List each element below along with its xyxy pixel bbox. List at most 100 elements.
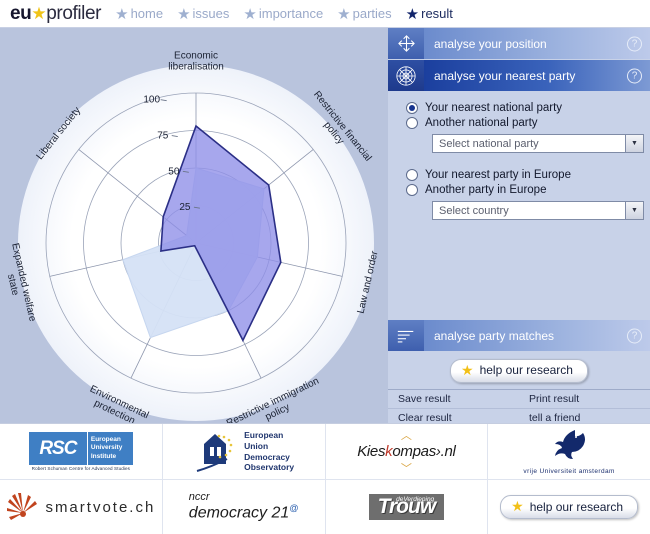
- vu-name: vrije Universiteit amsterdam: [523, 468, 615, 475]
- footer-row-2: smartvote.ch nccr democracy 21@ deVerdie…: [0, 479, 650, 534]
- footer-logo-vu-amsterdam[interactable]: vrije Universiteit amsterdam: [488, 424, 650, 479]
- option-label-your-nearest-national-party: Your nearest national party: [425, 102, 563, 114]
- logo-profiler-text: profiler: [46, 2, 102, 24]
- nav-item-issues[interactable]: ★ issues: [177, 5, 229, 23]
- logo-eu-text: eu: [10, 2, 32, 24]
- section-header-analyse-nearest-party[interactable]: analyse your nearest party ?: [388, 60, 650, 91]
- select-national-party[interactable]: Select national party ▼: [432, 134, 644, 153]
- nav-label-parties: parties: [352, 6, 392, 21]
- radio-your-nearest-party-europe[interactable]: [406, 169, 418, 181]
- svg-text:Economic: Economic: [174, 51, 218, 62]
- eui-line-1: European: [90, 436, 121, 444]
- option-label-your-nearest-party-europe: Your nearest party in Europe: [425, 169, 571, 181]
- radio-your-nearest-national-party[interactable]: [406, 102, 418, 114]
- help-our-research-button-panel[interactable]: ★ help our research: [450, 358, 588, 383]
- sponsor-footer: RSC European University Institute Robert…: [0, 423, 650, 534]
- star-icon: ★: [115, 5, 129, 23]
- nav-item-parties[interactable]: ★ parties: [337, 5, 391, 23]
- option-your-nearest-party-europe[interactable]: Your nearest party in Europe: [406, 169, 638, 181]
- link-save-result[interactable]: Save result: [388, 390, 519, 408]
- options-spacer: [406, 153, 638, 169]
- footer-logo-trouw[interactable]: deVerdieping Trouw: [326, 480, 489, 534]
- radar-chart: 255075100 EconomicliberalisationRestrict…: [5, 51, 381, 424]
- star-icon: ★: [337, 5, 351, 23]
- eudo-line-3: Democracy: [244, 451, 290, 462]
- smartvote-wordmark: smartvote.ch: [45, 498, 156, 516]
- nav-label-importance: importance: [258, 6, 324, 21]
- star-icon: ★: [177, 5, 191, 23]
- smartvote-burst-icon: [7, 493, 38, 520]
- chevron-down-icon[interactable]: ▼: [625, 135, 643, 152]
- help-our-research-button-footer[interactable]: ★ help our research: [500, 495, 639, 519]
- section-title-analyse-nearest-party-body[interactable]: analyse your nearest party ?: [424, 60, 650, 91]
- help-icon[interactable]: ?: [627, 68, 642, 83]
- help-our-research-label-panel: help our research: [479, 363, 573, 377]
- svg-text:liberalisation: liberalisation: [168, 62, 224, 73]
- section-title-analyse-nearest-party: analyse your nearest party: [434, 68, 576, 83]
- move-arrows-icon: [388, 28, 424, 59]
- footer-logo-kieskompas[interactable]: ︿ Kieskompas›.nl ﹀: [326, 424, 489, 479]
- nav-label-issues: issues: [192, 6, 230, 21]
- footer-row-1: RSC European University Institute Robert…: [0, 424, 650, 479]
- link-print-result[interactable]: Print result: [519, 390, 650, 408]
- chart-axis-label: Economicliberalisation: [168, 51, 224, 73]
- caret-up-icon: ︿: [400, 430, 412, 442]
- footer-help-research-cell: ★ help our research: [488, 480, 650, 534]
- nccr-line-2: democracy 21@: [189, 503, 299, 523]
- nav-item-result[interactable]: ★ result: [406, 5, 453, 23]
- nav-item-home[interactable]: ★ home: [115, 5, 163, 23]
- footer-logo-smartvote[interactable]: smartvote.ch: [0, 480, 163, 534]
- chart-tick-label: 50: [168, 166, 180, 177]
- section-header-analyse-party-matches[interactable]: analyse party matches ?: [388, 320, 650, 351]
- list-lines-icon: [388, 320, 424, 351]
- kieskompas-wordmark: Kieskompas›.nl: [357, 443, 456, 460]
- footer-logo-rsc[interactable]: RSC European University Institute Robert…: [0, 424, 163, 479]
- footer-logo-nccr[interactable]: nccr democracy 21@: [163, 480, 326, 534]
- eui-text: European University Institute: [86, 432, 133, 465]
- nearest-party-options: Your nearest national party Another nati…: [388, 92, 650, 224]
- site-logo[interactable]: eu ★ profiler: [10, 2, 102, 25]
- vu-griffin-icon: [555, 430, 586, 459]
- section-title-analyse-position-body[interactable]: analyse your position ?: [424, 28, 650, 59]
- option-your-nearest-national-party[interactable]: Your nearest national party: [406, 102, 638, 114]
- eudo-line-1: European: [244, 430, 284, 441]
- footer-logo-eudo[interactable]: European Union Democracy Observatory: [163, 424, 326, 479]
- eudo-house-icon: [196, 433, 233, 472]
- nccr-superscript: @: [289, 503, 299, 514]
- radio-another-party-europe[interactable]: [406, 184, 418, 196]
- nccr-line-1: nccr: [188, 490, 210, 503]
- top-navigation: eu ★ profiler ★ home ★ issues ★ importance…: [0, 0, 650, 28]
- result-action-links: Save result Print result Clear result te…: [388, 390, 650, 427]
- nav-label-result: result: [421, 6, 453, 21]
- logo-star-icon: ★: [31, 3, 47, 23]
- section-title-analyse-party-matches-body[interactable]: analyse party matches ?: [424, 320, 650, 351]
- help-icon[interactable]: ?: [627, 36, 642, 51]
- nccr-line-2-text: democracy 21: [188, 504, 290, 522]
- option-label-another-party-europe: Another party in Europe: [425, 184, 547, 196]
- star-icon: ★: [405, 5, 420, 23]
- rsc-mark: RSC: [28, 432, 87, 465]
- eui-line-3: Institute: [90, 452, 117, 460]
- option-another-national-party[interactable]: Another national party: [406, 117, 638, 129]
- trouw-kicker: deVerdieping: [396, 495, 435, 503]
- chart-tick-label: 25: [179, 202, 191, 213]
- star-icon: ★: [461, 361, 474, 378]
- radio-another-national-party[interactable]: [406, 117, 418, 129]
- option-label-another-national-party: Another national party: [425, 117, 538, 129]
- select-national-party-value: Select national party: [439, 137, 539, 150]
- rsc-subtitle: Robert Schuman Centre for Advanced Studi…: [31, 466, 131, 471]
- radar-web-icon: [388, 60, 424, 91]
- chevron-down-icon[interactable]: ▼: [625, 202, 643, 219]
- caret-down-icon: ﹀: [400, 463, 412, 475]
- help-icon[interactable]: ?: [627, 328, 642, 343]
- kieskompas-part-c: ompas: [392, 443, 436, 460]
- chart-tick-label: 100: [143, 95, 160, 106]
- section-title-analyse-party-matches: analyse party matches: [434, 328, 555, 343]
- option-another-party-europe[interactable]: Another party in Europe: [406, 184, 638, 196]
- section-header-analyse-position[interactable]: analyse your position ?: [388, 28, 650, 59]
- eu-profiler-page: eu ★ profiler ★ home ★ issues ★ importance…: [0, 0, 650, 534]
- select-country[interactable]: Select country ▼: [432, 201, 644, 220]
- nav-item-importance[interactable]: ★ importance: [243, 5, 323, 23]
- eudo-line-2: Union: [244, 440, 269, 451]
- nav-label-home: home: [130, 6, 164, 21]
